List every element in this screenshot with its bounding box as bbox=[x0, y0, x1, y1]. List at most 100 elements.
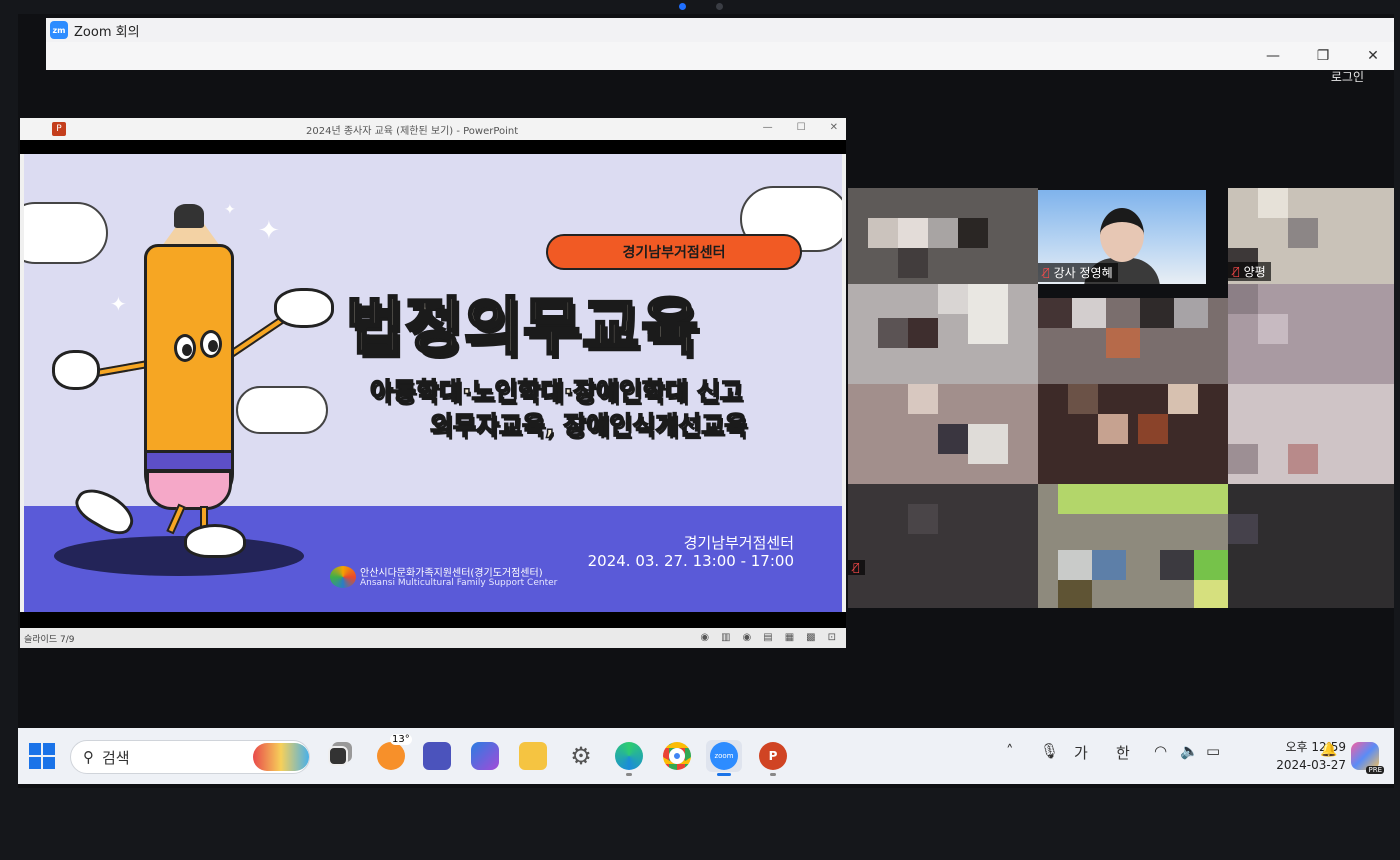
participant-tile[interactable] bbox=[848, 284, 1038, 384]
battery-icon[interactable]: ▭ bbox=[1206, 742, 1220, 760]
pencil-right-shoe bbox=[184, 524, 246, 558]
login-button[interactable]: 로그인 bbox=[1331, 68, 1364, 85]
search-icon: ⚲ bbox=[83, 748, 94, 766]
normal-view-icon[interactable]: ▤ bbox=[763, 632, 772, 643]
weather-icon bbox=[377, 742, 405, 770]
screen: zm Zoom 회의 — ❐ ✕ 로그인 P 2024년 종사자 교육 (제한된… bbox=[18, 14, 1394, 788]
copilot-app-button[interactable] bbox=[470, 740, 500, 772]
volume-icon[interactable]: 🔈 bbox=[1180, 742, 1199, 760]
minimize-button[interactable]: — bbox=[1248, 42, 1298, 70]
teams-button[interactable] bbox=[422, 740, 452, 772]
powerpoint-status-bar: 슬라이드 7/9 ◉ ▥ ◉ ▤ ▦ ▩ ⊡ bbox=[20, 628, 846, 648]
slideshow-letterbox-top bbox=[20, 140, 846, 154]
search-placeholder: 검색 bbox=[102, 748, 130, 767]
participant-tile[interactable] bbox=[1038, 484, 1228, 608]
powerpoint-window-title: 2024년 종사자 교육 (제한된 보기) - PowerPoint bbox=[306, 125, 519, 137]
file-explorer-button[interactable] bbox=[518, 740, 548, 772]
participant-name-tag: 🎙̸ 양평 bbox=[1228, 262, 1271, 281]
ime-mode[interactable]: 한 bbox=[1116, 742, 1130, 763]
copilot-tray-button[interactable]: PRE bbox=[1350, 740, 1384, 774]
zoom-toolbar-strip: — ❐ ✕ bbox=[46, 42, 1394, 70]
slide-menu-icon[interactable]: ▥ bbox=[721, 632, 730, 643]
center-logo-english: Ansansi Multicultural Family Support Cen… bbox=[360, 578, 558, 588]
sorter-view-icon[interactable]: ▦ bbox=[785, 632, 794, 643]
laptop-frame: zm Zoom 회의 — ❐ ✕ 로그인 P 2024년 종사자 교육 (제한된… bbox=[0, 0, 1400, 860]
slideshow-letterbox-bottom bbox=[20, 612, 846, 628]
participant-name-tag: 🎙̸ bbox=[848, 560, 865, 575]
slide: ✦ ✦ ✦ 경기남부거점센터 법정의무교육 아동학대·노인학대·장애인학대 신고… bbox=[24, 154, 842, 612]
ppt-restore-button[interactable]: ☐ bbox=[797, 122, 806, 133]
participant-tile[interactable] bbox=[848, 384, 1038, 484]
close-button[interactable]: ✕ bbox=[1348, 42, 1394, 70]
notification-bell-icon[interactable]: 🔔 bbox=[1320, 742, 1337, 758]
participant-tile[interactable] bbox=[1038, 384, 1228, 484]
wifi-icon[interactable]: ◠ bbox=[1154, 742, 1167, 760]
participant-tile[interactable] bbox=[1228, 384, 1394, 484]
running-indicator bbox=[717, 773, 731, 776]
powerpoint-logo-icon: P bbox=[52, 122, 66, 136]
slide-badge: 경기남부거점센터 bbox=[546, 234, 802, 270]
pencil-eye-right bbox=[200, 330, 222, 358]
edge-button[interactable] bbox=[614, 740, 644, 776]
character-shadow bbox=[54, 536, 304, 576]
task-view-icon bbox=[328, 746, 348, 766]
webcam-sensor bbox=[716, 3, 723, 10]
center-logo-korean: 안산시다문화가족지원센터(경기도거점센터) bbox=[360, 568, 543, 579]
copilot-pre-badge: PRE bbox=[1366, 766, 1384, 774]
restore-button[interactable]: ❐ bbox=[1298, 42, 1348, 70]
taskbar-search[interactable]: ⚲ 검색 bbox=[70, 740, 310, 774]
ppt-minimize-button[interactable]: — bbox=[763, 122, 773, 133]
chrome-button[interactable] bbox=[662, 740, 692, 772]
settings-button[interactable]: ⚙ bbox=[566, 740, 596, 772]
powerpoint-title-bar: P 2024년 종사자 교육 (제한된 보기) - PowerPoint — ☐… bbox=[20, 118, 846, 140]
powerpoint-window: P 2024년 종사자 교육 (제한된 보기) - PowerPoint — ☐… bbox=[20, 118, 846, 648]
cloud-left bbox=[24, 202, 108, 264]
search-highlight-image bbox=[253, 743, 309, 771]
next-slide-icon[interactable]: ◉ bbox=[743, 632, 752, 643]
mic-muted-icon: 🎙̸ bbox=[1043, 266, 1050, 279]
pencil-right-glove bbox=[274, 288, 334, 328]
participant-tile[interactable]: 🎙̸ 양평 bbox=[1228, 188, 1394, 284]
ime-language[interactable]: 가 bbox=[1074, 742, 1088, 763]
powerpoint-taskbar-button[interactable]: P bbox=[758, 740, 788, 776]
windows-taskbar: ⚲ 검색 13° ⚙ zoom P ˄ 🎙 가 한 ◠ 🔈 ▭ 오후 12:59… bbox=[18, 728, 1394, 784]
pencil-eye-left bbox=[174, 334, 196, 362]
speaker-video-tile[interactable]: 🎙̸ 강사 정영혜 bbox=[1038, 190, 1206, 284]
center-logo-icon bbox=[330, 566, 356, 588]
ppt-close-button[interactable]: ✕ bbox=[830, 122, 838, 133]
pencil-lead bbox=[174, 204, 204, 228]
show-hidden-icons-chevron[interactable]: ˄ bbox=[1006, 742, 1014, 760]
slide-subtitle-line2: 의무자교육, 장애인식개선교육 bbox=[429, 410, 748, 441]
slideshow-view-icon[interactable]: ⊡ bbox=[828, 632, 836, 643]
pencil-eraser bbox=[146, 470, 232, 510]
participant-tile[interactable] bbox=[848, 188, 1038, 284]
participant-tile[interactable]: 🎙̸ bbox=[848, 484, 1038, 608]
microphone-icon[interactable]: 🎙 bbox=[1040, 742, 1059, 760]
mic-muted-icon: 🎙̸ bbox=[853, 561, 860, 574]
gear-icon: ⚙ bbox=[570, 742, 592, 770]
pencil-left-glove bbox=[52, 350, 100, 390]
task-view-button[interactable] bbox=[324, 740, 352, 772]
view-buttons: ◉ ▥ ◉ ▤ ▦ ▩ ⊡ bbox=[700, 632, 836, 643]
reading-view-icon[interactable]: ▩ bbox=[806, 632, 815, 643]
chrome-icon bbox=[663, 742, 691, 770]
sparkle-icon: ✦ bbox=[110, 292, 127, 316]
webcam-indicator bbox=[679, 3, 686, 10]
participant-tile[interactable] bbox=[1228, 284, 1394, 384]
participant-name: 양평 bbox=[1243, 265, 1266, 279]
widgets-weather-button[interactable]: 13° bbox=[376, 734, 412, 772]
zoom-window-controls: — ❐ ✕ bbox=[1248, 42, 1394, 66]
teams-icon bbox=[423, 742, 451, 770]
start-button[interactable] bbox=[28, 740, 56, 772]
powerpoint-icon: P bbox=[759, 742, 787, 770]
powerpoint-window-controls: — ☐ ✕ bbox=[763, 122, 838, 133]
prev-slide-icon[interactable]: ◉ bbox=[700, 632, 709, 643]
participant-tile[interactable] bbox=[1038, 298, 1228, 384]
speaker-name-tag: 🎙̸ 강사 정영혜 bbox=[1038, 263, 1118, 282]
slide-datetime: 2024. 03. 27. 13:00 - 17:00 bbox=[587, 552, 794, 570]
slide-counter: 슬라이드 7/9 bbox=[24, 634, 75, 645]
copilot-app-icon bbox=[471, 742, 499, 770]
participant-tile[interactable] bbox=[1228, 484, 1394, 608]
sparkle-icon: ✦ bbox=[258, 216, 280, 246]
zoom-taskbar-button[interactable]: zoom bbox=[706, 740, 742, 776]
